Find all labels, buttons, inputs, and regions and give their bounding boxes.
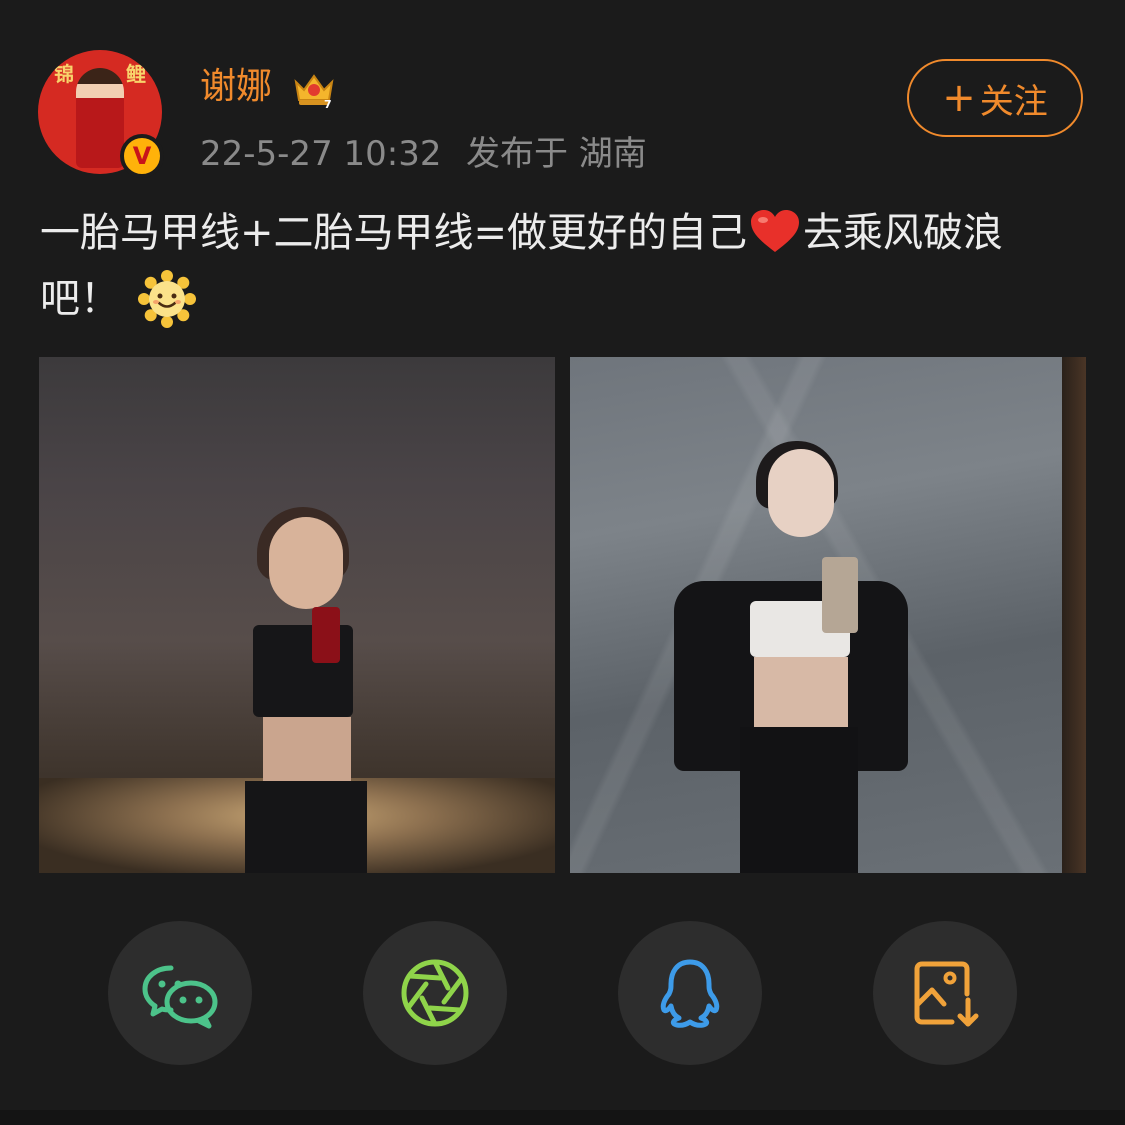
crown-level-icon: 7 xyxy=(294,74,334,110)
image-person-face xyxy=(768,449,834,537)
qq-penguin-icon xyxy=(660,959,720,1028)
smiling-sun-icon xyxy=(138,270,196,328)
author-name[interactable]: 谢娜 xyxy=(200,62,272,112)
plus-icon: + xyxy=(942,75,976,121)
image-person-legs xyxy=(245,781,367,873)
image-phone xyxy=(312,607,340,663)
save-image-button[interactable] xyxy=(873,921,1017,1065)
share-qq-button[interactable] xyxy=(618,921,762,1065)
moments-shutter-icon xyxy=(401,959,469,1027)
image-person-face xyxy=(269,517,343,609)
crown-level-text: 7 xyxy=(324,98,332,110)
post-image-2[interactable] xyxy=(570,357,1086,873)
heart-icon xyxy=(751,210,800,252)
post-text-part1: 一胎马甲线+二胎马甲线=做更好的自己 xyxy=(40,210,748,256)
image-mirror-frame xyxy=(1062,357,1086,873)
avatar-figure xyxy=(76,68,124,168)
avatar-text-left: 锦 xyxy=(54,62,74,86)
post-time: 22-5-27 10:32 xyxy=(200,134,442,174)
post-text: 一胎马甲线+二胎马甲线=做更好的自己 去乘风破浪吧！ xyxy=(40,200,1080,332)
weibo-post-card: 锦 鲤 V 谢娜 7 22-5-27 10:32 发布于 湖南 + 关注 一胎马… xyxy=(0,0,1125,1110)
post-location: 发布于 湖南 xyxy=(466,134,647,174)
share-wechat-button[interactable] xyxy=(108,921,252,1065)
image-person-waist xyxy=(263,717,351,783)
bottom-divider xyxy=(0,1110,1125,1125)
image-person-legs xyxy=(740,727,858,873)
image-phone xyxy=(822,557,858,633)
verified-badge-icon: V xyxy=(120,134,164,178)
follow-button[interactable]: + 关注 xyxy=(907,59,1083,137)
follow-button-label: 关注 xyxy=(979,81,1048,122)
image-person-waist xyxy=(754,657,848,727)
avatar-text-right: 鲤 xyxy=(126,62,146,86)
wechat-icon xyxy=(142,965,218,1029)
share-moments-button[interactable] xyxy=(363,921,507,1065)
save-image-icon xyxy=(914,961,979,1027)
post-image-1[interactable] xyxy=(39,357,555,873)
